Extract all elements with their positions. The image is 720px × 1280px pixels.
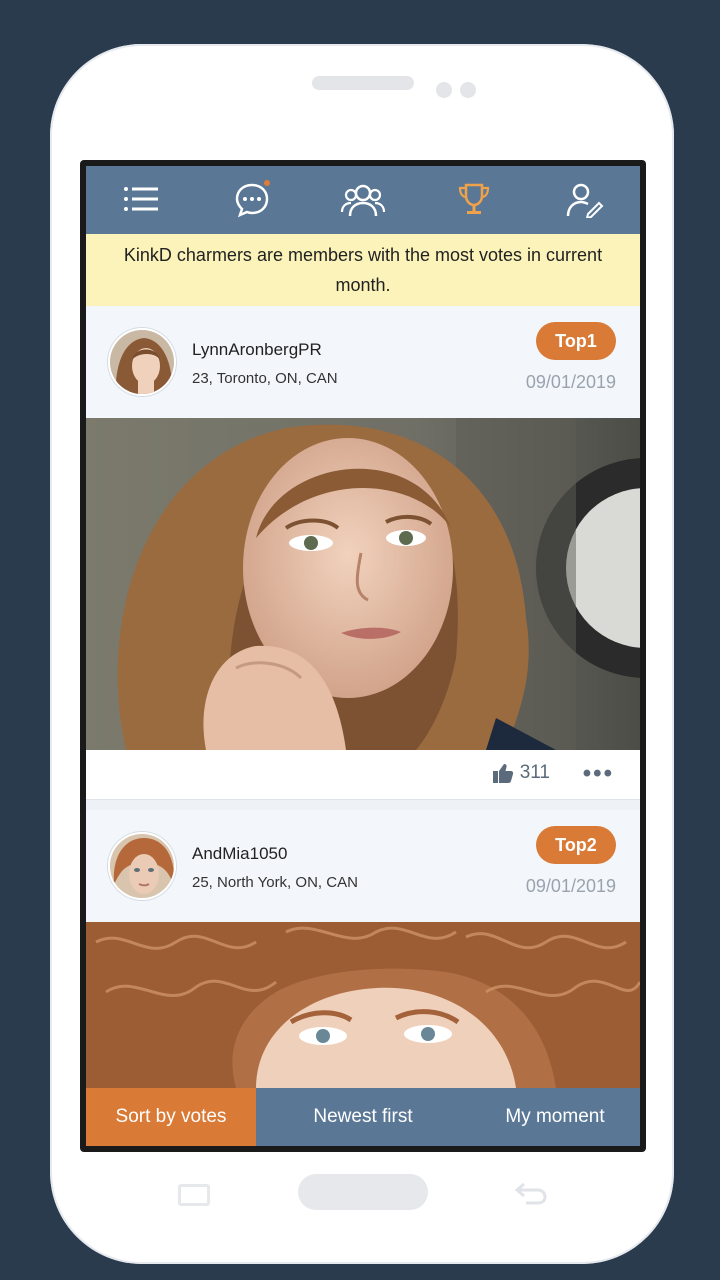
post-date: 09/01/2019 [525,876,616,896]
avatar[interactable] [108,832,176,900]
like-button[interactable]: 311 [492,762,550,784]
rank-badge: Top2 [536,826,616,864]
trophy-button[interactable] [444,170,504,230]
rank-badge: Top1 [536,322,616,360]
tab-sort-by-votes[interactable]: Sort by votes [86,1088,256,1146]
thumbs-up-icon [492,764,513,783]
tab-newest-first[interactable]: Newest first [256,1088,470,1146]
menu-button[interactable] [111,170,171,230]
charmers-info-banner: KinkD charmers are members with the most… [86,234,640,306]
post-photo[interactable] [86,922,640,1088]
recent-apps-button[interactable] [178,1184,210,1206]
post-header: AndMia1050 25, North York, ON, CAN Top2 … [86,810,640,922]
menu-icon [124,187,159,211]
post-photo[interactable] [86,418,640,750]
people-button[interactable] [333,170,393,230]
phone-screen: KinkD charmers are members with the most… [80,160,646,1152]
phone-sensor [460,82,476,98]
chat-button[interactable] [222,170,282,230]
post-username[interactable]: LynnAronbergPR [192,340,322,360]
trophy-icon [458,183,489,214]
back-button[interactable] [514,1180,548,1211]
post-date: 09/01/2019 [525,372,616,392]
phone-frame: KinkD charmers are members with the most… [50,44,674,1264]
more-options-button[interactable]: ••• [583,760,614,788]
back-icon [514,1182,547,1205]
home-button[interactable] [298,1174,428,1210]
post-location: 23, Toronto, ON, CAN [192,370,338,387]
like-count: 311 [519,762,550,783]
chat-icon [235,183,269,218]
phone-camera [436,82,452,98]
avatar[interactable] [108,328,176,396]
phone-speaker [312,76,414,90]
profile-edit-button[interactable] [555,170,615,230]
tab-my-moment[interactable]: My moment [470,1088,640,1146]
post-username[interactable]: AndMia1050 [192,844,287,864]
post-header: LynnAronbergPR 23, Toronto, ON, CAN Top1… [86,306,640,418]
sort-tabs: Sort by votes Newest first My moment [86,1088,640,1146]
post-actions-bar: 311 ••• [86,750,640,800]
app-screen: KinkD charmers are members with the most… [86,166,640,1146]
top-navigation [86,166,640,234]
post-location: 25, North York, ON, CAN [192,874,358,891]
people-icon [340,184,386,217]
profile-edit-icon [566,183,603,218]
